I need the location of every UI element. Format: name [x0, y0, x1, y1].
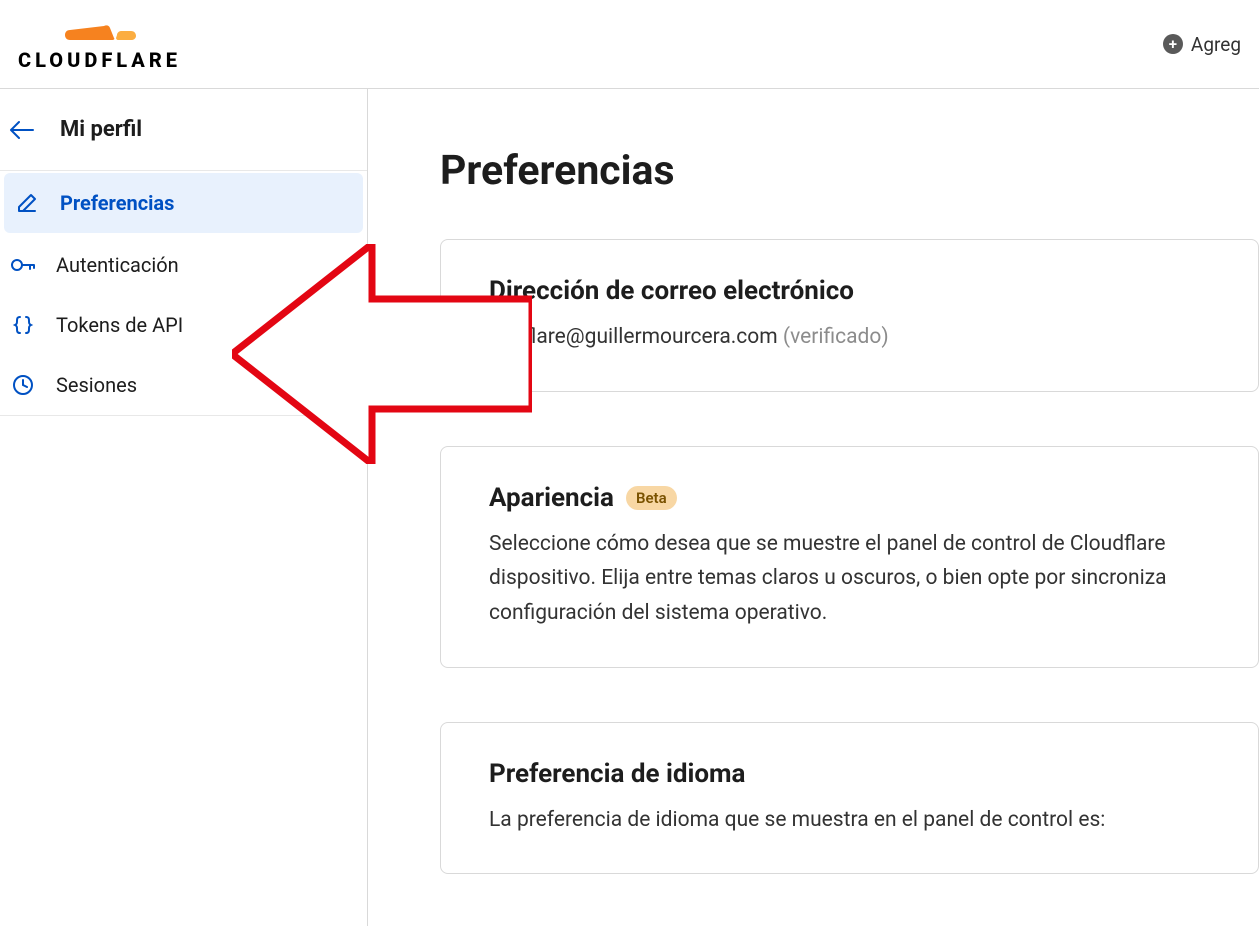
sidebar-header: Mi perfil — [0, 89, 367, 170]
sidebar-item-authentication[interactable]: Autenticación — [0, 235, 367, 295]
add-button[interactable]: + Agreg — [1163, 33, 1241, 56]
pencil-icon — [14, 190, 40, 216]
language-card-description: La preferencia de idioma que se muestra … — [489, 803, 1210, 838]
email-card: Dirección de correo electrónico oudflare… — [440, 239, 1259, 392]
sidebar-item-label: Autenticación — [56, 253, 179, 277]
sidebar-item-label: Preferencias — [60, 191, 174, 215]
sidebar-item-sessions[interactable]: Sesiones — [0, 355, 367, 415]
email-value-row: oudflare@guillermourcera.com (verificado… — [489, 320, 1210, 355]
key-icon — [10, 252, 36, 278]
plus-circle-icon: + — [1163, 34, 1183, 54]
page-title: Preferencias — [440, 147, 1259, 195]
email-value: oudflare@guillermourcera.com — [489, 325, 778, 349]
appearance-card: Apariencia Beta Seleccione cómo desea qu… — [440, 446, 1259, 668]
cloudflare-cloud-icon — [60, 16, 138, 46]
appearance-card-description: Seleccione cómo desea que se muestre el … — [489, 527, 1210, 631]
appearance-card-title-row: Apariencia Beta — [489, 483, 1210, 513]
appearance-card-title: Apariencia — [489, 483, 614, 513]
sidebar-title: Mi perfil — [60, 117, 142, 142]
sidebar-item-api-tokens[interactable]: Tokens de API — [0, 295, 367, 355]
main-content: Preferencias Dirección de correo electró… — [368, 89, 1259, 926]
sidebar-list: Preferencias Autenticación Tokens de API… — [0, 170, 367, 416]
add-button-label: Agreg — [1191, 33, 1241, 56]
back-arrow-icon[interactable] — [8, 120, 36, 140]
brand-name: CLOUDFLARE — [18, 48, 181, 72]
header: CLOUDFLARE + Agreg — [0, 0, 1259, 88]
sidebar-item-label: Sesiones — [56, 373, 137, 397]
email-card-title: Dirección de correo electrónico — [489, 276, 1210, 306]
braces-icon — [10, 312, 36, 338]
language-card: Preferencia de idioma La preferencia de … — [440, 722, 1259, 875]
sidebar-item-preferences[interactable]: Preferencias — [4, 173, 363, 233]
sidebar: Mi perfil Preferencias Autenticación Tok — [0, 89, 368, 926]
email-verified-label: (verificado) — [783, 325, 889, 349]
logo[interactable]: CLOUDFLARE — [18, 16, 181, 72]
layout: Mi perfil Preferencias Autenticación Tok — [0, 88, 1259, 926]
sidebar-item-label: Tokens de API — [56, 313, 183, 337]
language-card-title: Preferencia de idioma — [489, 759, 1210, 789]
clock-icon — [10, 372, 36, 398]
beta-badge: Beta — [626, 486, 677, 510]
